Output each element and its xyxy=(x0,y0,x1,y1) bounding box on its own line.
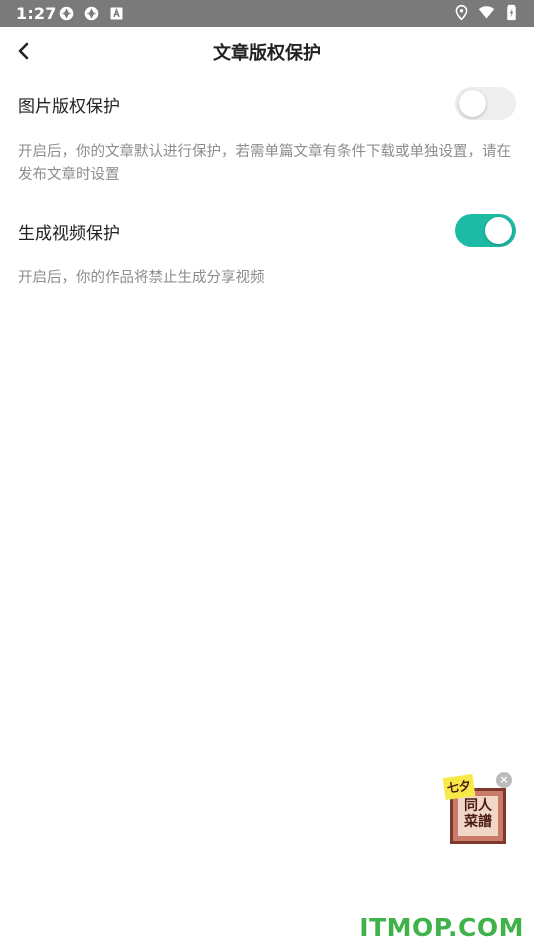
image-copyright-toggle[interactable] xyxy=(455,87,516,120)
setting-image-copyright: 图片版权保护 xyxy=(0,80,534,128)
page-title: 文章版权保护 xyxy=(213,43,321,64)
setting-label-image-copyright: 图片版权保护 xyxy=(18,97,120,117)
setting-description-image-copyright: 开启后，你的文章默认进行保护，若需单篇文章有条件下载或单独设置，请在发布文章时设… xyxy=(18,144,511,183)
status-left-icons xyxy=(58,5,125,22)
location-icon xyxy=(455,4,468,21)
watermark-text: ITMOP.COM xyxy=(359,913,524,942)
battery-icon xyxy=(507,4,516,21)
font-icon xyxy=(110,7,123,20)
top-app-bar: 文章版权保护 xyxy=(0,27,534,75)
ad-sticky-note: 七夕 xyxy=(442,774,476,800)
sync-icon xyxy=(84,6,99,21)
ad-text-line2: 菜譜 xyxy=(464,814,492,830)
floating-ad-banner[interactable]: 同人 菜譜 七夕 × xyxy=(442,772,512,848)
status-right-icons xyxy=(453,4,520,21)
status-time: 1:27 xyxy=(16,4,57,23)
ad-text-line1: 同人 xyxy=(464,798,492,814)
status-bar: 1:27 xyxy=(0,0,534,27)
video-protection-toggle[interactable] xyxy=(455,214,516,247)
wifi-icon xyxy=(478,6,495,19)
setting-video-protection: 生成视频保护 xyxy=(0,207,534,255)
setting-label-video-protection: 生成视频保护 xyxy=(18,224,120,244)
toggle-knob xyxy=(459,90,486,117)
ad-image: 同人 菜譜 xyxy=(458,796,498,836)
close-icon[interactable]: × xyxy=(496,772,512,788)
sync-icon xyxy=(59,6,74,21)
setting-description-video-protection: 开启后，你的作品将禁止生成分享视频 xyxy=(18,270,265,286)
toggle-knob xyxy=(485,217,512,244)
